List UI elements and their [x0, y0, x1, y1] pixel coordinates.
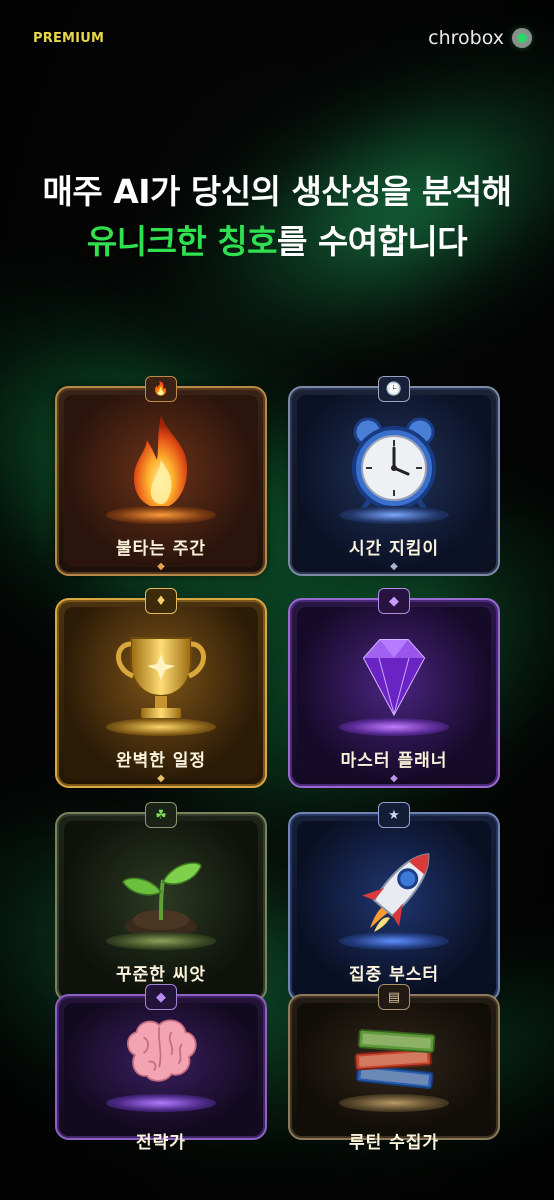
books-icon: [354, 1029, 436, 1090]
diamond-icon: [362, 639, 426, 717]
badge-master-planner: ◆ 마스터 플래너 ◆: [288, 588, 500, 788]
badge-label: 전략가: [136, 1133, 186, 1153]
chrobox-logo-icon: [512, 28, 532, 48]
badge-focus-booster: ★ 집중 부스터 ◆: [288, 802, 500, 1002]
flame-icon: [133, 416, 188, 508]
badge-label: 시간 지킴이: [348, 539, 440, 559]
headline-highlight: 유니크한 칭호: [86, 222, 278, 261]
badge-label: 루틴 수집가: [348, 1133, 440, 1153]
headline-line1: 매주 AI가 당신의 생산성을 분석해: [42, 172, 512, 211]
top-bar: PREMIUM chrobox: [0, 0, 554, 80]
trophy-icon: [116, 637, 206, 718]
diamond-ornament-icon: ◆: [390, 773, 398, 784]
brand: chrobox: [428, 27, 532, 49]
crown-emblem-icon: ♦: [145, 588, 177, 614]
brain-icon: [126, 1019, 197, 1082]
star-emblem-icon: ★: [378, 802, 410, 828]
badge-label: 완벽한 일정: [115, 751, 207, 771]
rocket-icon: [362, 853, 430, 932]
brand-name: chrobox: [428, 27, 504, 49]
diamond-ornament-icon: ◆: [157, 561, 165, 572]
diamond-ornament-icon: ◆: [157, 773, 165, 784]
leaf-emblem-icon: ☘: [145, 802, 177, 828]
badge-label: 불타는 주간: [115, 539, 207, 559]
headline-line2: 유니크한 칭호를 수여합니다: [0, 220, 554, 264]
badge-routine-collector: ▤ 루틴 수집가: [288, 984, 500, 1153]
diamond-ornament-icon: ◆: [390, 561, 398, 572]
sprout-icon: [122, 862, 202, 938]
badge-steady-seed: ☘ 꾸준한 씨앗 ◆: [55, 802, 267, 1002]
gem-emblem-icon: ◆: [378, 588, 410, 614]
badge-label: 마스터 플래너: [340, 751, 448, 771]
badge-perfect-schedule: ♦ 완벽한 일정 ◆: [55, 588, 267, 788]
badge-time-keeper: 🕒 시간 지킴이 ◆: [288, 376, 500, 576]
clock-emblem-icon: 🕒: [378, 376, 410, 402]
badge-label: 집중 부스터: [348, 965, 440, 985]
badge-strategist: ◆ 전략가: [55, 984, 267, 1153]
headline: 매주 AI가 당신의 생산성을 분석해 유니크한 칭호를 수여합니다: [0, 170, 554, 264]
headline-line2-rest: 를 수여합니다: [277, 222, 468, 261]
alarm-clock-icon: [352, 417, 436, 517]
badge-burning-week: 🔥 불타는 주간 ◆: [55, 376, 267, 576]
badge-label: 꾸준한 씨앗: [115, 965, 207, 985]
flame-emblem-icon: 🔥: [145, 376, 177, 402]
premium-label: PREMIUM: [33, 31, 105, 46]
